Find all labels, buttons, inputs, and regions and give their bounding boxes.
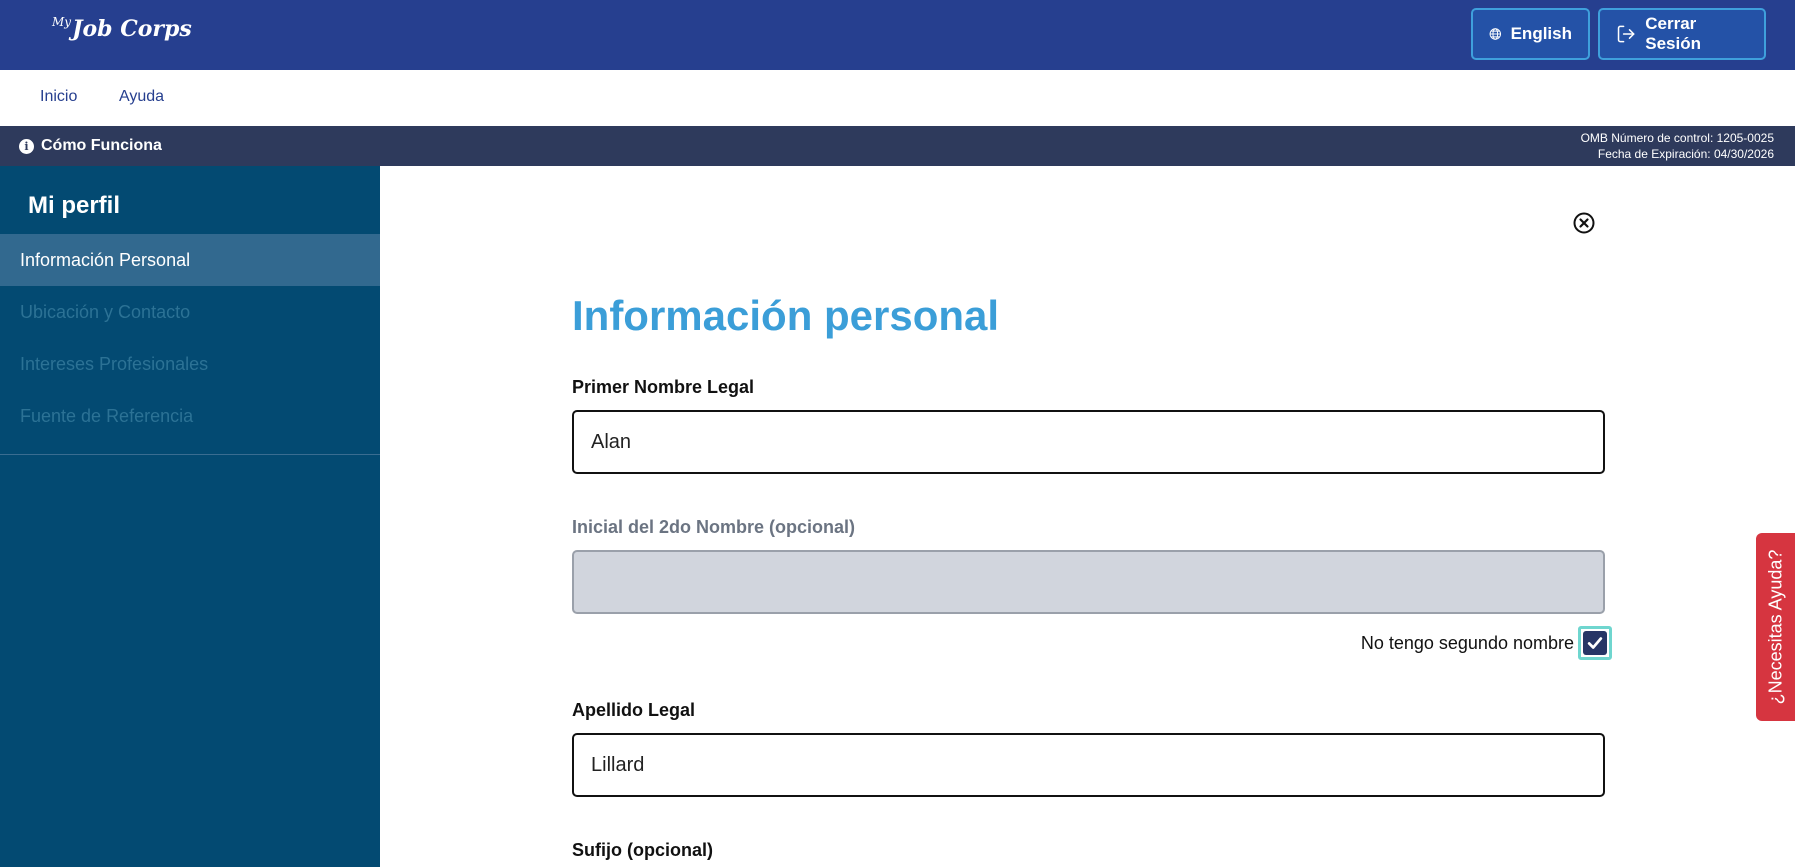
logo-text: Job Corps — [72, 16, 192, 42]
sidebar-item-personal-info[interactable]: Información Personal — [0, 234, 380, 286]
checkmark-icon — [1587, 637, 1603, 649]
omb-info: OMB Número de control: 1205-0025 Fecha d… — [1581, 130, 1774, 162]
need-help-tab[interactable]: ¿Necesitas Ayuda? — [1756, 533, 1795, 721]
how-it-works-link[interactable]: i Cómo Funciona — [19, 137, 162, 155]
close-button[interactable] — [1573, 212, 1595, 234]
middle-initial-label: Inicial del 2do Nombre (opcional) — [572, 517, 856, 537]
nav-item-inicio[interactable]: Inicio — [40, 88, 77, 106]
close-circle-icon — [1573, 212, 1595, 234]
omb-control-number: OMB Número de control: 1205-0025 — [1580, 131, 1774, 145]
no-middle-name-label: No tengo segundo nombre — [1360, 632, 1574, 653]
suffix-label: Sufijo (opcional) — [572, 840, 713, 860]
sidebar-title: Mi perfil — [28, 192, 121, 219]
page-title: Información personal — [572, 292, 1000, 339]
last-name-label: Apellido Legal — [572, 700, 696, 720]
job-corps-logo[interactable]: MyJob Corps — [52, 15, 192, 42]
need-help-label: ¿Necesitas Ayuda? — [1765, 549, 1785, 705]
last-name-input[interactable] — [572, 733, 1605, 797]
logo-prefix: My — [52, 15, 72, 29]
sidebar-item-career-interests[interactable]: Intereses Profesionales — [0, 338, 380, 390]
sidebar-item-referral-source[interactable]: Fuente de Referencia — [0, 390, 380, 442]
globe-icon — [1489, 28, 1502, 40]
sidebar-divider — [0, 454, 380, 455]
language-button-label: English — [1510, 24, 1572, 43]
top-header: MyJob Corps English Cerrar Sesión — [0, 0, 1795, 70]
language-button[interactable]: English — [1471, 8, 1590, 60]
first-name-input[interactable] — [572, 410, 1605, 474]
logout-icon — [1617, 25, 1635, 43]
no-middle-name-row: No tengo segundo nombre — [1300, 626, 1612, 660]
expiration-date: Fecha de Expiración: 04/30/2026 — [1597, 147, 1774, 161]
no-middle-name-checkbox[interactable] — [1578, 626, 1612, 660]
sidebar-item-location-contact[interactable]: Ubicación y Contacto — [0, 286, 380, 338]
main-nav: Inicio Ayuda — [0, 70, 1795, 126]
logout-button[interactable]: Cerrar Sesión — [1598, 8, 1766, 60]
how-it-works-label: Cómo Funciona — [41, 137, 162, 154]
info-icon: i — [19, 138, 34, 154]
middle-initial-input[interactable] — [572, 550, 1605, 614]
first-name-label: Primer Nombre Legal — [572, 377, 755, 397]
profile-sidebar: Mi perfil Información Personal Ubicación… — [0, 166, 380, 867]
nav-item-ayuda[interactable]: Ayuda — [119, 88, 164, 106]
info-bar: i Cómo Funciona OMB Número de control: 1… — [0, 126, 1795, 166]
logout-button-label: Cerrar Sesión — [1645, 14, 1702, 53]
